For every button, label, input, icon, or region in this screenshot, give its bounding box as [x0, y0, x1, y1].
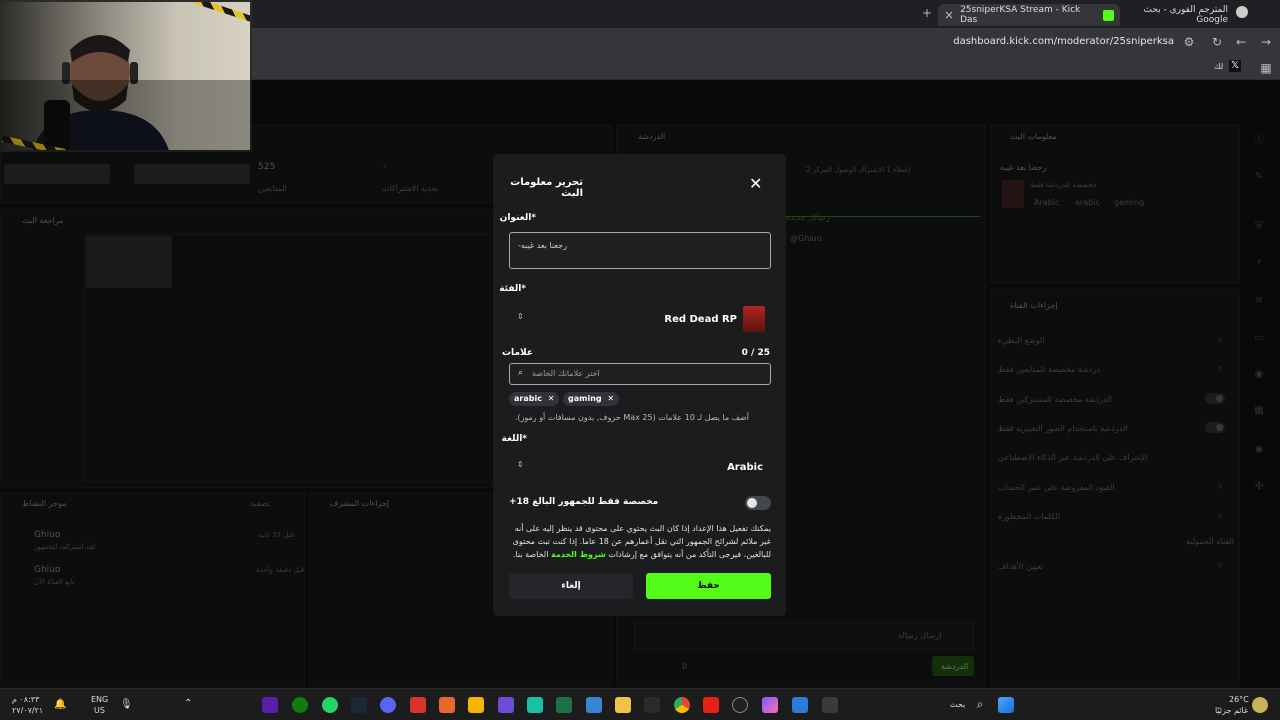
file-explorer-icon[interactable] — [615, 697, 631, 713]
clock-time[interactable]: ٠٨:٣٣ م — [12, 695, 39, 704]
lang-indicator-top[interactable]: ENG — [91, 695, 108, 704]
tab-kick-dashboard[interactable]: × 25sniperKSA Stream - Kick Das — [938, 4, 1120, 26]
tags-hint: أضف ما يصل لـ 10 علامات (Max 25 حروف, بد… — [514, 413, 749, 422]
photos-icon[interactable] — [792, 697, 808, 713]
profile-icon[interactable] — [1236, 6, 1248, 18]
save-button[interactable]: حفظ — [646, 573, 771, 599]
task-view-icon[interactable] — [822, 697, 838, 713]
site-settings-icon[interactable]: ⚙ — [1181, 34, 1197, 50]
tag-chip-label: arabic — [514, 394, 542, 403]
discord-icon[interactable] — [380, 697, 396, 713]
tag-chip[interactable]: gaming ✕ — [563, 392, 620, 406]
steam-icon[interactable] — [351, 697, 367, 713]
notification-icon[interactable]: 🔔 — [54, 699, 66, 710]
tag-chip-label: gaming — [568, 394, 602, 403]
whatsapp-icon[interactable] — [322, 697, 338, 713]
weather-temp[interactable]: 26°C — [1229, 695, 1249, 704]
next-icon[interactable] — [262, 697, 278, 713]
lang-indicator-bottom[interactable]: US — [94, 706, 105, 715]
game-cover-icon — [743, 306, 765, 332]
title-input-value: رجعنا بعد غيبه- — [518, 241, 568, 250]
grid-app-icon[interactable] — [498, 697, 514, 713]
clock-app-icon[interactable] — [732, 697, 748, 713]
close-icon[interactable]: × — [944, 8, 954, 22]
language-select[interactable]: ⇕ Arabic — [509, 452, 771, 482]
category-value: Red Dead RP — [664, 314, 737, 325]
rockstar-icon[interactable] — [468, 697, 484, 713]
url-text[interactable]: dashboard.kick.com/moderator/25sniperksa — [953, 36, 1174, 47]
app-orange-icon[interactable] — [439, 697, 455, 713]
tags-search-input[interactable]: ⌕ اختر علاماتك الخاصة — [509, 363, 771, 385]
search-icon[interactable]: ⌕ — [972, 697, 988, 713]
app-red-icon[interactable] — [410, 697, 426, 713]
adult-note: يمكنك تفعيل هذا الإعداد إذا كان البث يحت… — [509, 522, 771, 561]
chrome-icon[interactable] — [674, 697, 690, 713]
tab-google-translate[interactable]: المترجم الفوري - بحث Google — [1126, 4, 1234, 26]
search-icon: ⌕ — [518, 368, 524, 378]
remove-tag-icon[interactable]: ✕ — [548, 394, 555, 403]
x-icon[interactable]: 𝕏 — [1229, 60, 1241, 72]
chevron-updown-icon: ⇕ — [517, 312, 524, 321]
start-icon[interactable] — [998, 697, 1014, 713]
bookmark-label[interactable]: لك — [1214, 62, 1223, 71]
close-icon[interactable]: ✕ — [749, 174, 762, 193]
weather-desc[interactable]: غائم جزئيًا — [1215, 706, 1248, 715]
clock-date[interactable]: ٢٧/٠٧/٢١ — [12, 706, 43, 715]
title-label: *العنوان — [499, 213, 536, 223]
app-icon[interactable] — [527, 697, 543, 713]
tags-label: علامات — [502, 348, 533, 358]
tag-chip[interactable]: arabic ✕ — [509, 392, 560, 406]
taskbar-search-placeholder[interactable]: بحث — [950, 700, 965, 709]
nvidia-icon[interactable] — [644, 697, 660, 713]
chevron-updown-icon: ⇕ — [517, 460, 524, 469]
tags-count: 0 / 25 — [741, 348, 770, 358]
store-icon[interactable] — [586, 697, 602, 713]
apps-icon[interactable]: ▦ — [1258, 60, 1274, 76]
xbox-icon[interactable] — [292, 697, 308, 713]
excel-icon[interactable] — [556, 697, 572, 713]
tray-chevron-icon[interactable]: ⌃ — [184, 698, 192, 709]
weather-icon[interactable] — [1252, 697, 1268, 713]
title-input[interactable]: رجعنا بعد غيبه- — [509, 232, 771, 269]
edit-stream-info-modal: تحرير معلومات البث ✕ *العنوان رجعنا بعد … — [493, 154, 786, 616]
tab-label: المترجم الفوري - بحث Google — [1143, 5, 1229, 25]
windows-taskbar: ⌕ بحث 26°C غائم جزئيًا ٠٨:٣٣ م ٢٧/٠٧/٢١ … — [0, 688, 1280, 720]
language-label: *اللغة — [501, 434, 527, 444]
adult-only-label: +مخصصة فقط للجمهور البالغ 18 — [509, 497, 659, 507]
adult-only-toggle[interactable] — [745, 496, 771, 510]
remove-tag-icon[interactable]: ✕ — [607, 394, 614, 403]
new-tab-icon[interactable]: + — [919, 5, 935, 21]
microphone-icon[interactable]: 🎙 — [120, 699, 133, 710]
tab-label: 25sniperKSA Stream - Kick Das — [960, 5, 1081, 25]
copilot-icon[interactable] — [762, 697, 778, 713]
language-value: Arabic — [727, 462, 763, 473]
note-tail: الخاصة بنا. — [512, 550, 549, 559]
kick-icon — [1103, 9, 1114, 21]
back-icon[interactable]: → — [1258, 34, 1274, 50]
tags-placeholder: اختر علاماتك الخاصة — [532, 369, 600, 378]
category-select[interactable]: ⇕ Red Dead RP — [509, 302, 771, 336]
cancel-button[interactable]: إلغاء — [509, 573, 633, 599]
forward-icon[interactable]: ← — [1233, 34, 1249, 50]
terms-link[interactable]: شروط الخدمة — [551, 550, 606, 559]
modal-title: تحرير معلومات البث — [510, 177, 583, 199]
youtube-icon[interactable] — [703, 697, 719, 713]
reload-icon[interactable]: ↻ — [1209, 34, 1225, 50]
category-label: *الفئة — [499, 284, 526, 294]
